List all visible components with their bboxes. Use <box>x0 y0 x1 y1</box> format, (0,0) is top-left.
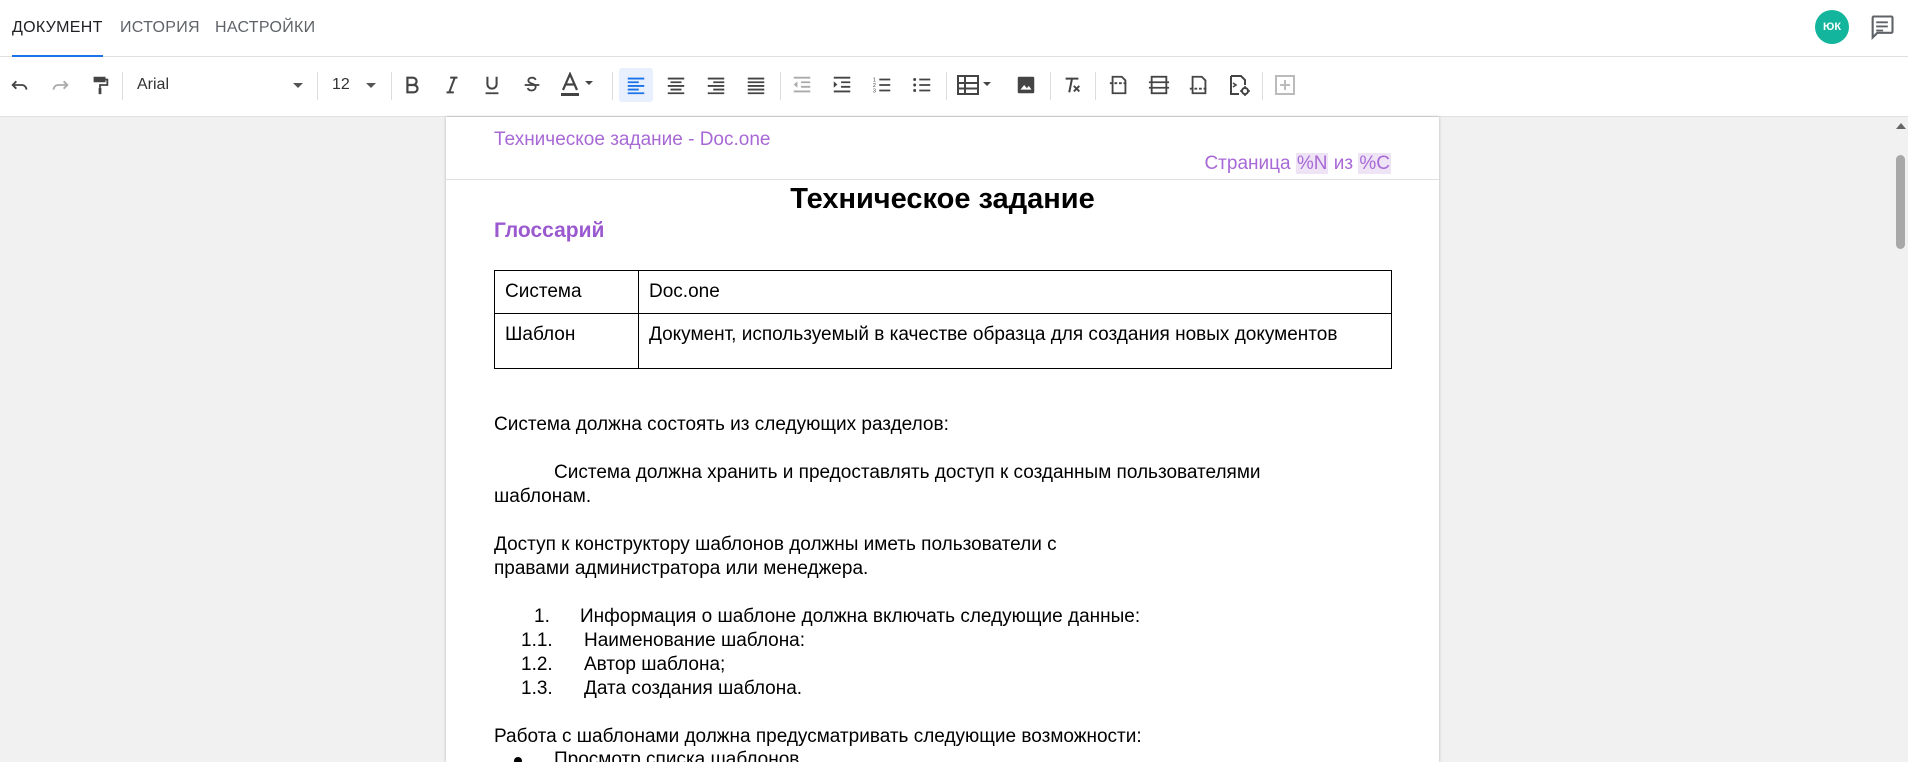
underline-icon[interactable] <box>475 68 509 102</box>
document-page[interactable]: Техническое задание - Doc.one Страница %… <box>446 117 1439 762</box>
page-footer-icon[interactable] <box>1182 68 1216 102</box>
font-family-value: Arial <box>137 76 170 93</box>
toolbar-divider <box>780 72 781 100</box>
page-prefix: Страница <box>1204 153 1291 174</box>
paragraph-access-line1: Доступ к конструктору шаблонов должны им… <box>494 534 1057 555</box>
user-avatar[interactable]: ЮК <box>1815 10 1849 44</box>
scroll-up-icon[interactable] <box>1896 123 1906 129</box>
tab-history[interactable]: ИСТОРИЯ <box>120 0 200 57</box>
clear-formatting-icon[interactable] <box>1055 68 1089 102</box>
svg-text:3: 3 <box>873 88 876 94</box>
paragraph-capabilities: Работа с шаблонами должна предусматриват… <box>494 726 1142 747</box>
glossary-definition[interactable]: Doc.one <box>638 270 1392 314</box>
italic-icon[interactable] <box>435 68 469 102</box>
glossary-definition[interactable]: Документ, используемый в качестве образц… <box>638 313 1392 369</box>
list-item: Наименование шаблона: <box>584 630 806 651</box>
glossary-term[interactable]: Система <box>494 270 639 314</box>
outdent-icon[interactable] <box>785 68 819 102</box>
font-family-select[interactable]: Arial <box>137 68 307 102</box>
table-row: Шаблон Документ, используемый в качестве… <box>494 313 1392 369</box>
paint-format-icon[interactable] <box>83 68 117 102</box>
page-count-field: %C <box>1358 153 1391 174</box>
glossary-table: Система Doc.one Шаблон Документ, использ… <box>494 270 1392 369</box>
list-number: 1.3. <box>521 678 553 699</box>
list-number: 1.2. <box>521 654 553 675</box>
top-bar: ДОКУМЕНТ ИСТОРИЯ НАСТРОЙКИ ЮК <box>0 0 1908 58</box>
tab-settings-label: НАСТРОЙКИ <box>215 19 316 36</box>
list-item: Дата создания шаблона. <box>584 678 803 699</box>
text-color-icon[interactable] <box>555 68 601 102</box>
toolbar-divider <box>122 72 123 100</box>
chevron-down-icon <box>293 83 303 88</box>
paragraph-sections: Система должна состоять из следующих раз… <box>494 414 949 435</box>
page-header-icon[interactable] <box>1102 68 1136 102</box>
page-of: из <box>1333 153 1354 174</box>
toolbar-divider <box>391 72 392 100</box>
glossary-term[interactable]: Шаблон <box>494 313 639 369</box>
page-settings-icon[interactable] <box>1222 68 1256 102</box>
section-icon[interactable] <box>1142 68 1176 102</box>
align-left-icon[interactable] <box>619 68 653 102</box>
table-icon[interactable] <box>953 68 999 102</box>
paragraph-storage-line2: шаблонам. <box>494 486 592 507</box>
align-justify-icon[interactable] <box>739 68 773 102</box>
tab-document[interactable]: ДОКУМЕНТ <box>12 0 103 58</box>
header-divider <box>446 179 1439 180</box>
list-item: Автор шаблона; <box>584 654 726 675</box>
comments-icon[interactable] <box>1868 13 1896 41</box>
list-number: 1. <box>534 606 550 627</box>
bold-icon[interactable] <box>395 68 429 102</box>
paragraph-access-line2: правами администратора или менеджера. <box>494 558 869 579</box>
align-right-icon[interactable] <box>699 68 733 102</box>
list-item: Информация о шаблоне должна включать сле… <box>580 606 1141 627</box>
tab-document-label: ДОКУМЕНТ <box>12 19 103 36</box>
bullet-dot <box>514 757 522 762</box>
font-size-value: 12 <box>332 76 350 93</box>
page-header-numbering: Страница %N из %C <box>1204 153 1391 175</box>
align-center-icon[interactable] <box>659 68 693 102</box>
tab-settings[interactable]: НАСТРОЙКИ <box>215 0 315 57</box>
chevron-down-icon <box>366 83 376 88</box>
vertical-scrollbar[interactable] <box>1893 117 1908 762</box>
redo-icon[interactable] <box>43 68 77 102</box>
scroll-thumb[interactable] <box>1896 155 1905 249</box>
list-number: 1.1. <box>521 630 553 651</box>
bullet-item: Просмотр списка шаблонов <box>554 749 800 762</box>
toolbar-divider <box>1262 72 1263 100</box>
indent-icon[interactable] <box>825 68 859 102</box>
numbered-list-icon[interactable]: 123 <box>865 68 899 102</box>
page-header-title: Техническое задание - Doc.one <box>494 129 771 150</box>
bulleted-list-icon[interactable] <box>905 68 939 102</box>
glossary-heading: Глоссарий <box>494 219 605 242</box>
paragraph-storage-line1: Система должна хранить и предоставлять д… <box>554 462 1261 483</box>
table-row: Система Doc.one <box>494 270 1392 314</box>
image-icon[interactable] <box>1009 68 1043 102</box>
add-comment-icon[interactable] <box>1268 68 1302 102</box>
font-size-select[interactable]: 12 <box>332 68 380 102</box>
strikethrough-icon[interactable] <box>515 68 549 102</box>
toolbar-divider <box>612 72 613 100</box>
toolbar-divider <box>946 72 947 100</box>
toolbar-divider <box>1050 72 1051 100</box>
toolbar-divider <box>317 72 318 100</box>
editor-area[interactable]: Техническое задание - Doc.one Страница %… <box>0 117 1908 762</box>
document-title: Техническое задание <box>790 183 1095 215</box>
tab-history-label: ИСТОРИЯ <box>120 19 200 36</box>
undo-icon[interactable] <box>3 68 37 102</box>
toolbar-divider <box>1095 72 1096 100</box>
formatting-toolbar: Arial 12 123 <box>0 57 1908 117</box>
page-number-field: %N <box>1295 153 1329 174</box>
